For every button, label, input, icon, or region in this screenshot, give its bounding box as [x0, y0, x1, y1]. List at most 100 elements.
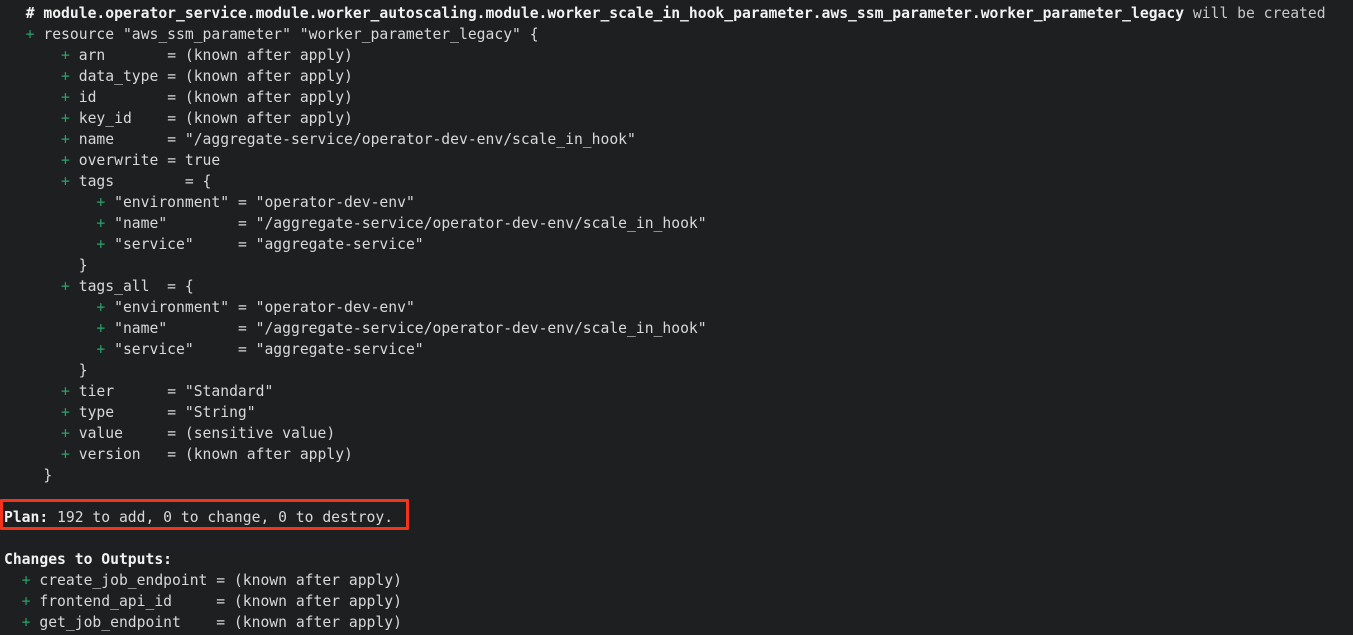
- map-entry-line: + "service" = "aggregate-service": [0, 339, 1353, 360]
- attribute-key: data_type: [78, 68, 159, 85]
- attribute-equals: =: [167, 68, 185, 85]
- output-value: (known after apply): [233, 593, 402, 610]
- add-marker-icon: +: [8, 47, 79, 64]
- attribute-line: + id = (known after apply): [0, 87, 1353, 108]
- map-open-text: tags = {: [78, 173, 212, 190]
- tags-all-close-line: }: [0, 360, 1353, 381]
- output-name: frontend_api_id: [39, 593, 173, 610]
- output-line: + frontend_api_id = (known after apply): [0, 591, 1353, 612]
- plan-label: Plan:: [4, 509, 49, 526]
- attribute-value: (known after apply): [184, 47, 353, 64]
- map-entry-pad: [229, 299, 238, 316]
- add-marker-icon: +: [8, 446, 79, 463]
- attribute-equals: =: [167, 110, 185, 127]
- attribute-equals: =: [167, 383, 185, 400]
- attribute-pad: [123, 425, 167, 442]
- attribute-key: name: [78, 131, 115, 148]
- plan-body: + arn = (known after apply) + data_type …: [0, 45, 1353, 633]
- map-open-text: tags_all = {: [78, 278, 194, 295]
- add-marker-icon: +: [8, 404, 79, 421]
- add-marker-icon: +: [8, 152, 79, 169]
- tags-open-line: + tags = {: [0, 171, 1353, 192]
- attribute-value: (known after apply): [184, 68, 353, 85]
- map-close-brace: }: [8, 257, 88, 274]
- resource-address: module.operator_service.module.worker_au…: [43, 5, 1185, 22]
- attribute-line: + type = "String": [0, 402, 1353, 423]
- attribute-pad: [114, 131, 167, 148]
- attribute-pad: [141, 446, 168, 463]
- output-value: (known after apply): [233, 614, 402, 631]
- plan-summary-text: 192 to add, 0 to change, 0 to destroy.: [48, 509, 394, 526]
- map-entry-value: "/aggregate-service/operator-dev-env/sca…: [255, 320, 707, 337]
- attribute-key: value: [78, 425, 123, 442]
- output-line: + create_job_endpoint = (known after app…: [0, 570, 1353, 591]
- output-equals: =: [216, 593, 234, 610]
- attribute-key: id: [78, 89, 97, 106]
- attribute-pad: [132, 110, 167, 127]
- attribute-value: true: [184, 152, 221, 169]
- attribute-pad: [96, 89, 167, 106]
- attribute-value: (known after apply): [184, 89, 353, 106]
- tags-close-line: }: [0, 255, 1353, 276]
- map-entry-key: "environment": [114, 194, 230, 211]
- resource-open-text: resource "aws_ssm_parameter" "worker_par…: [43, 26, 539, 43]
- attribute-equals: =: [167, 131, 185, 148]
- add-marker-icon: +: [8, 236, 115, 253]
- attribute-value: "String": [184, 404, 256, 421]
- attribute-pad: [114, 404, 167, 421]
- outputs-heading: Changes to Outputs:: [0, 549, 1353, 570]
- map-entry-key: "environment": [114, 299, 230, 316]
- output-pad: [207, 572, 216, 589]
- add-marker-icon: +: [8, 215, 115, 232]
- map-entry-line: + "name" = "/aggregate-service/operator-…: [0, 213, 1353, 234]
- map-entry-key: "name": [114, 320, 168, 337]
- attribute-line: + tier = "Standard": [0, 381, 1353, 402]
- map-entry-value: "operator-dev-env": [255, 299, 415, 316]
- attribute-key: version: [78, 446, 141, 463]
- add-marker-icon: +: [8, 341, 115, 358]
- add-marker-icon: +: [4, 572, 40, 589]
- map-entry-equals: =: [237, 299, 256, 316]
- resource-action: will be created: [1192, 5, 1326, 22]
- attribute-pad: [158, 152, 167, 169]
- map-entry-line: + "service" = "aggregate-service": [0, 234, 1353, 255]
- output-equals: =: [216, 614, 234, 631]
- map-entry-value: "aggregate-service": [255, 341, 424, 358]
- map-entry-pad: [229, 194, 238, 211]
- attribute-value: "Standard": [184, 383, 274, 400]
- add-marker-icon: +: [8, 110, 79, 127]
- resource-open-line: + resource "aws_ssm_parameter" "worker_p…: [0, 24, 1353, 45]
- map-entry-key: "service": [114, 236, 194, 253]
- attribute-line: + value = (sensitive value): [0, 423, 1353, 444]
- resource-close-line: }: [0, 465, 1353, 486]
- map-entry-equals: =: [237, 341, 256, 358]
- map-entry-value: "aggregate-service": [255, 236, 424, 253]
- add-marker-icon: +: [8, 68, 79, 85]
- outputs-heading-text: Changes to Outputs:: [4, 551, 173, 568]
- attribute-pad: [105, 47, 167, 64]
- add-marker-icon: +: [8, 299, 115, 316]
- map-entry-key: "name": [114, 215, 168, 232]
- map-entry-line: + "name" = "/aggregate-service/operator-…: [0, 318, 1353, 339]
- map-entry-pad: [194, 341, 238, 358]
- attribute-line: + arn = (known after apply): [0, 45, 1353, 66]
- tags-all-open-line: + tags_all = {: [0, 276, 1353, 297]
- attribute-equals: =: [167, 89, 185, 106]
- comment-marker: #: [25, 5, 35, 22]
- output-pad: [172, 593, 216, 610]
- map-entry-line: + "environment" = "operator-dev-env": [0, 192, 1353, 213]
- terminal-window: # module.operator_service.module.worker_…: [0, 0, 1353, 635]
- attribute-value: (known after apply): [184, 446, 353, 463]
- map-entry-key: "service": [114, 341, 194, 358]
- output-name: get_job_endpoint: [39, 614, 181, 631]
- attribute-line: + overwrite = true: [0, 150, 1353, 171]
- attribute-key: type: [78, 404, 115, 421]
- add-marker-icon: +: [4, 614, 40, 631]
- attribute-line: + name = "/aggregate-service/operator-de…: [0, 129, 1353, 150]
- add-marker-icon: +: [8, 425, 79, 442]
- attribute-key: tier: [78, 383, 115, 400]
- map-entry-equals: =: [237, 320, 256, 337]
- attribute-equals: =: [167, 425, 185, 442]
